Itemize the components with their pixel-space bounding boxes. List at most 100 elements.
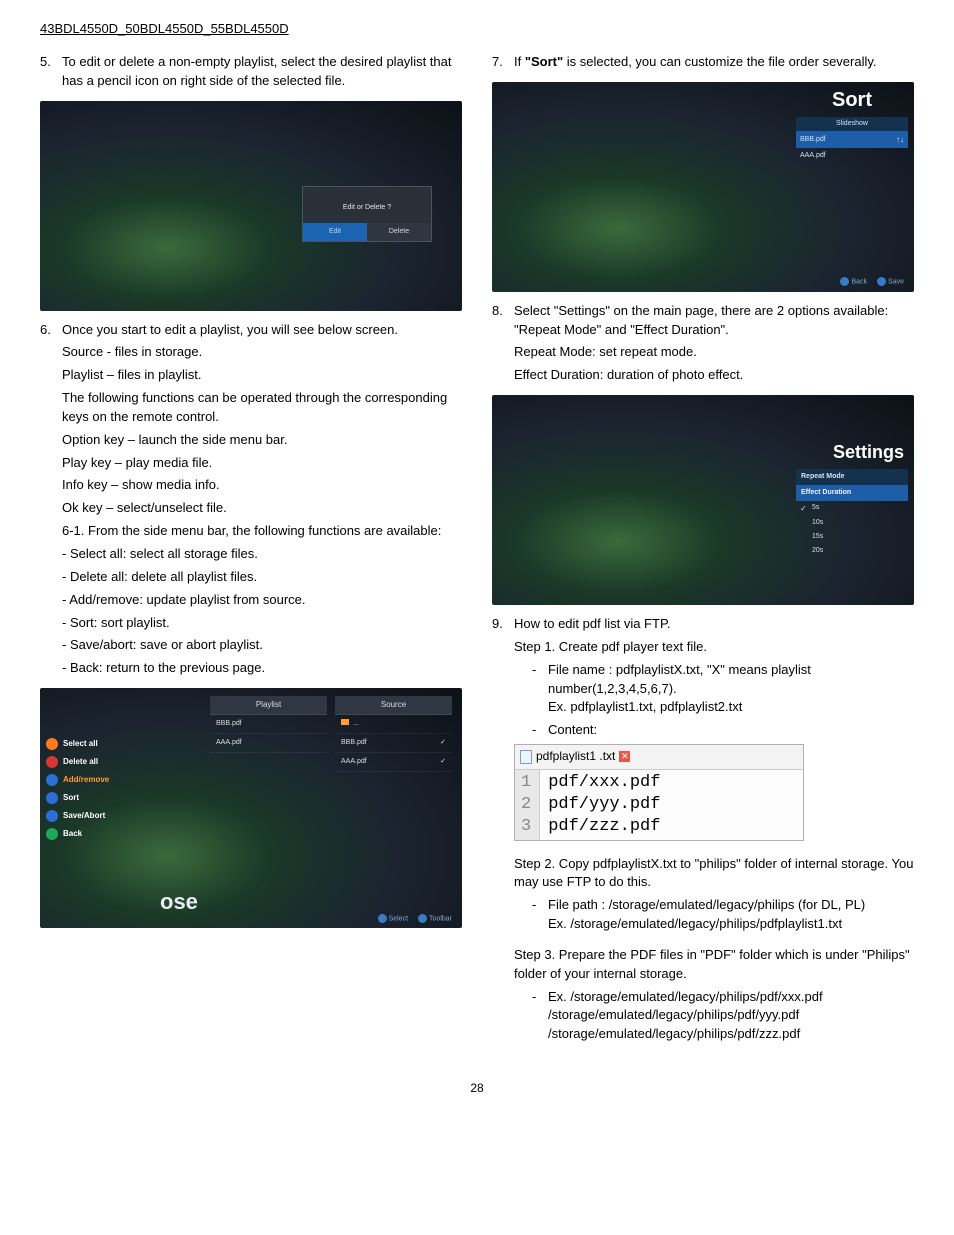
item9-intro: Step 1. Create pdf player text file.	[514, 638, 914, 657]
close-icon[interactable]: ✕	[619, 751, 630, 762]
item6-line: Playlist – files in playlist.	[62, 366, 462, 385]
item6-line: - Delete all: delete all playlist files.	[62, 568, 462, 587]
side-menu: Select all Delete all Add/remove Sort Sa…	[40, 738, 160, 846]
side-back[interactable]: Back	[46, 828, 160, 840]
hint-dot-icon	[877, 277, 886, 286]
hint-dot-icon	[418, 914, 427, 923]
document-icon	[520, 750, 532, 764]
playlist-row[interactable]: BBB.pdf	[210, 715, 327, 734]
delete-button[interactable]: Delete	[367, 223, 431, 241]
settings-row[interactable]: 20s	[796, 544, 908, 558]
item6-line: Source - files in storage.	[62, 343, 462, 362]
item8-line: Select "Settings" on the main page, ther…	[514, 302, 914, 340]
side-delete-all[interactable]: Delete all	[46, 756, 160, 768]
doc-header: 43BDL4550D_50BDL4550D_55BDL4550D	[40, 20, 914, 39]
back-icon	[46, 828, 58, 840]
editor-gutter: 1 2 3	[515, 770, 540, 840]
checklist-icon	[46, 738, 58, 750]
item9-step2-sub: File path : /storage/emulated/legacy/phi…	[548, 897, 865, 912]
item9-sub: File name : pdfplaylistX.txt, "X" means …	[548, 662, 811, 696]
text-editor: pdfplaylist1 .txt ✕ 1 2 3 pdf/xxx.pdf	[514, 744, 804, 840]
sort-icon	[46, 792, 58, 804]
item6-line: - Back: return to the previous page.	[62, 659, 462, 678]
dialog-title: Edit or Delete ?	[303, 187, 431, 223]
item6-line: - Sort: sort playlist.	[62, 614, 462, 633]
item6-line: Option key – launch the side menu bar.	[62, 431, 462, 450]
settings-panel: Settings Repeat Mode Effect Duration 5s …	[796, 439, 908, 558]
sort-title: Sort	[796, 86, 908, 115]
hint-dot-icon	[840, 277, 849, 286]
item5-text: To edit or delete a non-empty playlist, …	[62, 53, 462, 91]
item6-line: - Add/remove: update playlist from sourc…	[62, 591, 462, 610]
item9-step2-sub: Ex. /storage/emulated/legacy/philips/pdf…	[548, 916, 842, 931]
item9-step3-sub: Ex. /storage/emulated/legacy/philips/pdf…	[548, 988, 914, 1045]
trash-icon	[46, 756, 58, 768]
side-sort[interactable]: Sort	[46, 792, 160, 804]
list-num-7: 7.	[492, 53, 514, 76]
sort-panel: Sort Slideshow BBB.pdf↑↓ AAA.pdf	[796, 86, 908, 165]
footer-hints: Back Save	[840, 277, 904, 287]
screenshot-edit-delete: Edit or Delete ? Edit Delete	[40, 101, 462, 311]
screenshot-sort: Sort Slideshow BBB.pdf↑↓ AAA.pdf Back Sa…	[492, 82, 914, 292]
source-folder-row[interactable]: ...	[335, 715, 452, 734]
swap-icon	[46, 774, 58, 786]
sort-row[interactable]: AAA.pdf	[796, 148, 908, 164]
edit-delete-dialog: Edit or Delete ? Edit Delete	[302, 186, 432, 242]
sort-subtitle: Slideshow	[796, 117, 908, 131]
sort-row[interactable]: BBB.pdf↑↓	[796, 131, 908, 149]
side-save-abort[interactable]: Save/Abort	[46, 810, 160, 822]
item6-line: Once you start to edit a playlist, you w…	[62, 321, 462, 340]
check-icon: ✓	[440, 738, 446, 748]
item6-line: - Select all: select all storage files.	[62, 545, 462, 564]
playlist-row[interactable]: AAA.pdf	[210, 734, 327, 753]
left-column: 5. To edit or delete a non-empty playlis…	[40, 53, 462, 1054]
folder-icon	[341, 719, 349, 725]
page-number: 28	[40, 1080, 914, 1097]
item6-line: Info key – show media info.	[62, 476, 462, 495]
item6-line: Play key – play media file.	[62, 454, 462, 473]
source-panel: Source ... BBB.pdf✓ AAA.pdf✓	[335, 696, 452, 772]
settings-row[interactable]: 15s	[796, 530, 908, 544]
item6-line: Ok key – select/unselect file.	[62, 499, 462, 518]
item8-line: Repeat Mode: set repeat mode.	[514, 343, 914, 362]
partial-text-ose: ose	[160, 886, 198, 918]
playlist-panel: Playlist BBB.pdf AAA.pdf	[210, 696, 327, 772]
item7-text: If "Sort" is selected, you can customize…	[514, 53, 914, 72]
check-icon: ✓	[440, 757, 446, 767]
item8-line: Effect Duration: duration of photo effec…	[514, 366, 914, 385]
save-icon	[46, 810, 58, 822]
playlist-head: Playlist	[210, 696, 327, 715]
item9-step2: Step 2. Copy pdfplaylistX.txt to "philip…	[514, 855, 914, 893]
side-select-all[interactable]: Select all	[46, 738, 160, 750]
list-num-9: 9.	[492, 615, 514, 1048]
editor-code: pdf/xxx.pdf pdf/yyy.pdf pdf/zzz.pdf	[540, 770, 668, 840]
settings-repeat-head[interactable]: Repeat Mode	[796, 469, 908, 485]
footer-hints: Select Toolbar	[378, 914, 452, 924]
source-head: Source	[335, 696, 452, 715]
item9-sub: Ex. pdfplaylist1.txt, pdfplaylist2.txt	[548, 699, 742, 714]
list-num-8: 8.	[492, 302, 514, 389]
settings-row[interactable]: 5s	[796, 501, 908, 515]
hint-dot-icon	[378, 914, 387, 923]
list-num-6: 6.	[40, 321, 62, 683]
side-add-remove[interactable]: Add/remove	[46, 774, 160, 786]
source-row[interactable]: AAA.pdf✓	[335, 753, 452, 772]
item9-intro: How to edit pdf list via FTP.	[514, 615, 914, 634]
settings-row[interactable]: 10s	[796, 516, 908, 530]
right-column: 7. If "Sort" is selected, you can custom…	[492, 53, 914, 1054]
screenshot-settings: Settings Repeat Mode Effect Duration 5s …	[492, 395, 914, 605]
item6-line: The following functions can be operated …	[62, 389, 462, 427]
edit-button[interactable]: Edit	[303, 223, 367, 241]
source-row[interactable]: BBB.pdf✓	[335, 734, 452, 753]
reorder-icon: ↑↓	[896, 134, 904, 146]
item9-sub: Content:	[548, 721, 914, 740]
editor-tab-name: pdfplaylist1 .txt	[536, 748, 615, 765]
settings-effect-head[interactable]: Effect Duration	[796, 485, 908, 501]
item6-line: 6-1. From the side menu bar, the followi…	[62, 522, 462, 541]
screenshot-playlist-editor: Select all Delete all Add/remove Sort Sa…	[40, 688, 462, 928]
item6-line: - Save/abort: save or abort playlist.	[62, 636, 462, 655]
list-num-5: 5.	[40, 53, 62, 95]
settings-title: Settings	[796, 439, 908, 465]
item9-step3: Step 3. Prepare the PDF files in "PDF" f…	[514, 946, 914, 984]
editor-tab[interactable]: pdfplaylist1 .txt ✕	[515, 745, 803, 769]
